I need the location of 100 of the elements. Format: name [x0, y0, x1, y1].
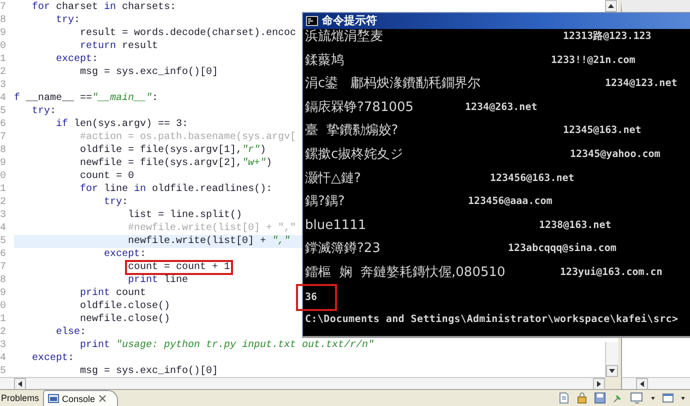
- console-text: 鎘庡槑铮?781005: [305, 100, 415, 116]
- line-number: 8: [0, 274, 8, 287]
- vertical-scrollbar[interactable]: [605, 342, 618, 377]
- email-text: 1234@263.net: [465, 100, 538, 115]
- email-text: 123456@163.net: [490, 172, 576, 186]
- line-number: 3: [0, 339, 8, 352]
- scroll-up-button[interactable]: [605, 0, 617, 12]
- line-number: 1: [0, 313, 8, 326]
- scroll-right-button[interactable]: [593, 378, 605, 390]
- console-text: 鍒藂鸠: [305, 52, 345, 69]
- line-number: 0: [0, 170, 8, 183]
- line-number: 2: [0, 326, 8, 339]
- line-number: 9: [0, 287, 8, 300]
- line-number: 4: [0, 92, 8, 105]
- window-icon[interactable]: [662, 392, 674, 404]
- document-icon[interactable]: [558, 392, 570, 404]
- lock-icon[interactable]: [576, 392, 588, 404]
- line-number: 5: [0, 105, 8, 118]
- code-line: oldfile.close(): [80, 300, 170, 313]
- code-line: except:: [56, 53, 98, 66]
- line-number: 6: [0, 118, 8, 131]
- code-line: try:: [104, 196, 128, 209]
- code-line: print "usage: python tr.py input.txt out.txt/r/n": [80, 339, 374, 352]
- console-text: 灏忓△鏈?: [305, 170, 362, 187]
- console-text: 鏍撳c掓柊姹夊ジ: [305, 146, 404, 163]
- email-text: 1238@163.net: [539, 218, 612, 233]
- console-icon: [48, 394, 60, 404]
- console-text: 鐣滅簿鐏?23: [305, 241, 382, 258]
- code-line: #action = os.path.basename(sys.argv[: [80, 131, 296, 144]
- line-number: 1: [0, 53, 8, 66]
- line-number: 5: [0, 235, 8, 248]
- code-line: if len(sys.argv) == 3:: [56, 118, 188, 131]
- line-number: 4: [0, 222, 8, 235]
- console-text: 臺 挚鐨勬煽姣?: [305, 123, 400, 140]
- code-line: return result: [80, 40, 158, 53]
- code-line: newfile = file(sys.argv[2],"w+"): [80, 157, 272, 170]
- line-number: 5: [0, 365, 8, 377]
- email-text: 123456@aaa.com: [468, 195, 554, 210]
- code-line: except:: [32, 352, 74, 365]
- code-line: print line: [128, 274, 188, 287]
- horizontal-scrollbar[interactable]: [621, 377, 690, 389]
- code-line: try:: [32, 105, 56, 118]
- line-number: 6: [0, 248, 8, 261]
- code-line: for charset in charsets:: [32, 1, 176, 14]
- code-line: newfile.write(list[0] + ",": [128, 235, 290, 248]
- line-number: 9: [0, 27, 8, 40]
- line-number: 3: [0, 209, 8, 222]
- console-text: 鍝?鍝?: [305, 194, 346, 210]
- panel-tab[interactable]: Console: [43, 390, 118, 406]
- line-number: 9: [0, 157, 8, 170]
- line-number: 0: [0, 40, 8, 53]
- scroll-left-button[interactable]: [636, 378, 648, 390]
- horizontal-scrollbar[interactable]: [0, 377, 605, 389]
- line-number: 2: [0, 196, 8, 209]
- line-number: 2: [0, 66, 8, 79]
- line-number: 1: [0, 183, 8, 196]
- code-line: for line in oldfile.readlines():: [80, 183, 272, 196]
- close-icon[interactable]: [98, 394, 108, 403]
- code-line: #newfile.write(list[0] + ",": [128, 222, 296, 235]
- code-line: newfile.close(): [80, 313, 170, 326]
- console-text: blue1111: [305, 218, 368, 234]
- scroll-left-button[interactable]: [14, 378, 26, 390]
- code-line: try:: [56, 14, 80, 27]
- monitor-icon[interactable]: [630, 392, 644, 404]
- code-line: except:: [104, 248, 146, 261]
- line-number: 7: [0, 261, 8, 274]
- pin-icon[interactable]: [612, 392, 624, 404]
- code-line: result = words.decode(charset).encoc: [80, 27, 296, 40]
- email-text: 12345@163.net: [563, 124, 642, 138]
- email-text: 1233!!@21n.com: [551, 54, 636, 68]
- console-text: 鐳樞 娴 奔鏈嫯耗鏄忕偓,080510: [305, 264, 506, 281]
- code-line: print count: [80, 287, 146, 300]
- save-icon[interactable]: [594, 392, 606, 404]
- code-line: count = 0: [80, 170, 134, 183]
- console-text: 浜旈熴涓堥麦: [305, 29, 384, 45]
- scroll-down-button[interactable]: [606, 365, 618, 377]
- code-line: msg = sys.exc_info()[0]: [80, 66, 218, 79]
- code-line: oldfile = file(sys.argv[1],"r"): [80, 144, 266, 157]
- terminal-icon: [306, 16, 318, 26]
- count-output: 36: [296, 284, 338, 311]
- line-number: 0: [0, 300, 8, 313]
- email-text: 12345@yahoo.com: [570, 148, 662, 162]
- code-line: list = line.split(): [128, 209, 242, 222]
- line-number: 8: [0, 144, 8, 157]
- command-prompt: C:\Documents and Settings\Administrator\workspace\kafei\src>: [305, 312, 680, 328]
- code-line: msg = sys.exc_info()[0]: [80, 365, 218, 377]
- code-line: else:: [56, 326, 86, 339]
- email-text: 123abcqqq@sina.com: [508, 242, 618, 256]
- line-number: 3: [0, 79, 8, 92]
- email-text: 12313路@123.123: [563, 30, 652, 44]
- line-number: 7: [0, 131, 8, 144]
- line-number: 8: [0, 14, 8, 27]
- code-line: f __name__ =="__main__":: [14, 92, 158, 105]
- line-number: 7: [0, 1, 8, 14]
- console-text: 涓c鍙 鄘杩炴湪鐨勫秏鐗界尔: [305, 76, 482, 92]
- panel-tab[interactable]: Problems: [0, 390, 44, 406]
- email-text: 1234@123.net: [605, 77, 678, 92]
- line-number: 4: [0, 352, 8, 365]
- email-text: 123yui@163.com.cn: [560, 266, 664, 280]
- window-title: 命令提示符: [322, 14, 377, 28]
